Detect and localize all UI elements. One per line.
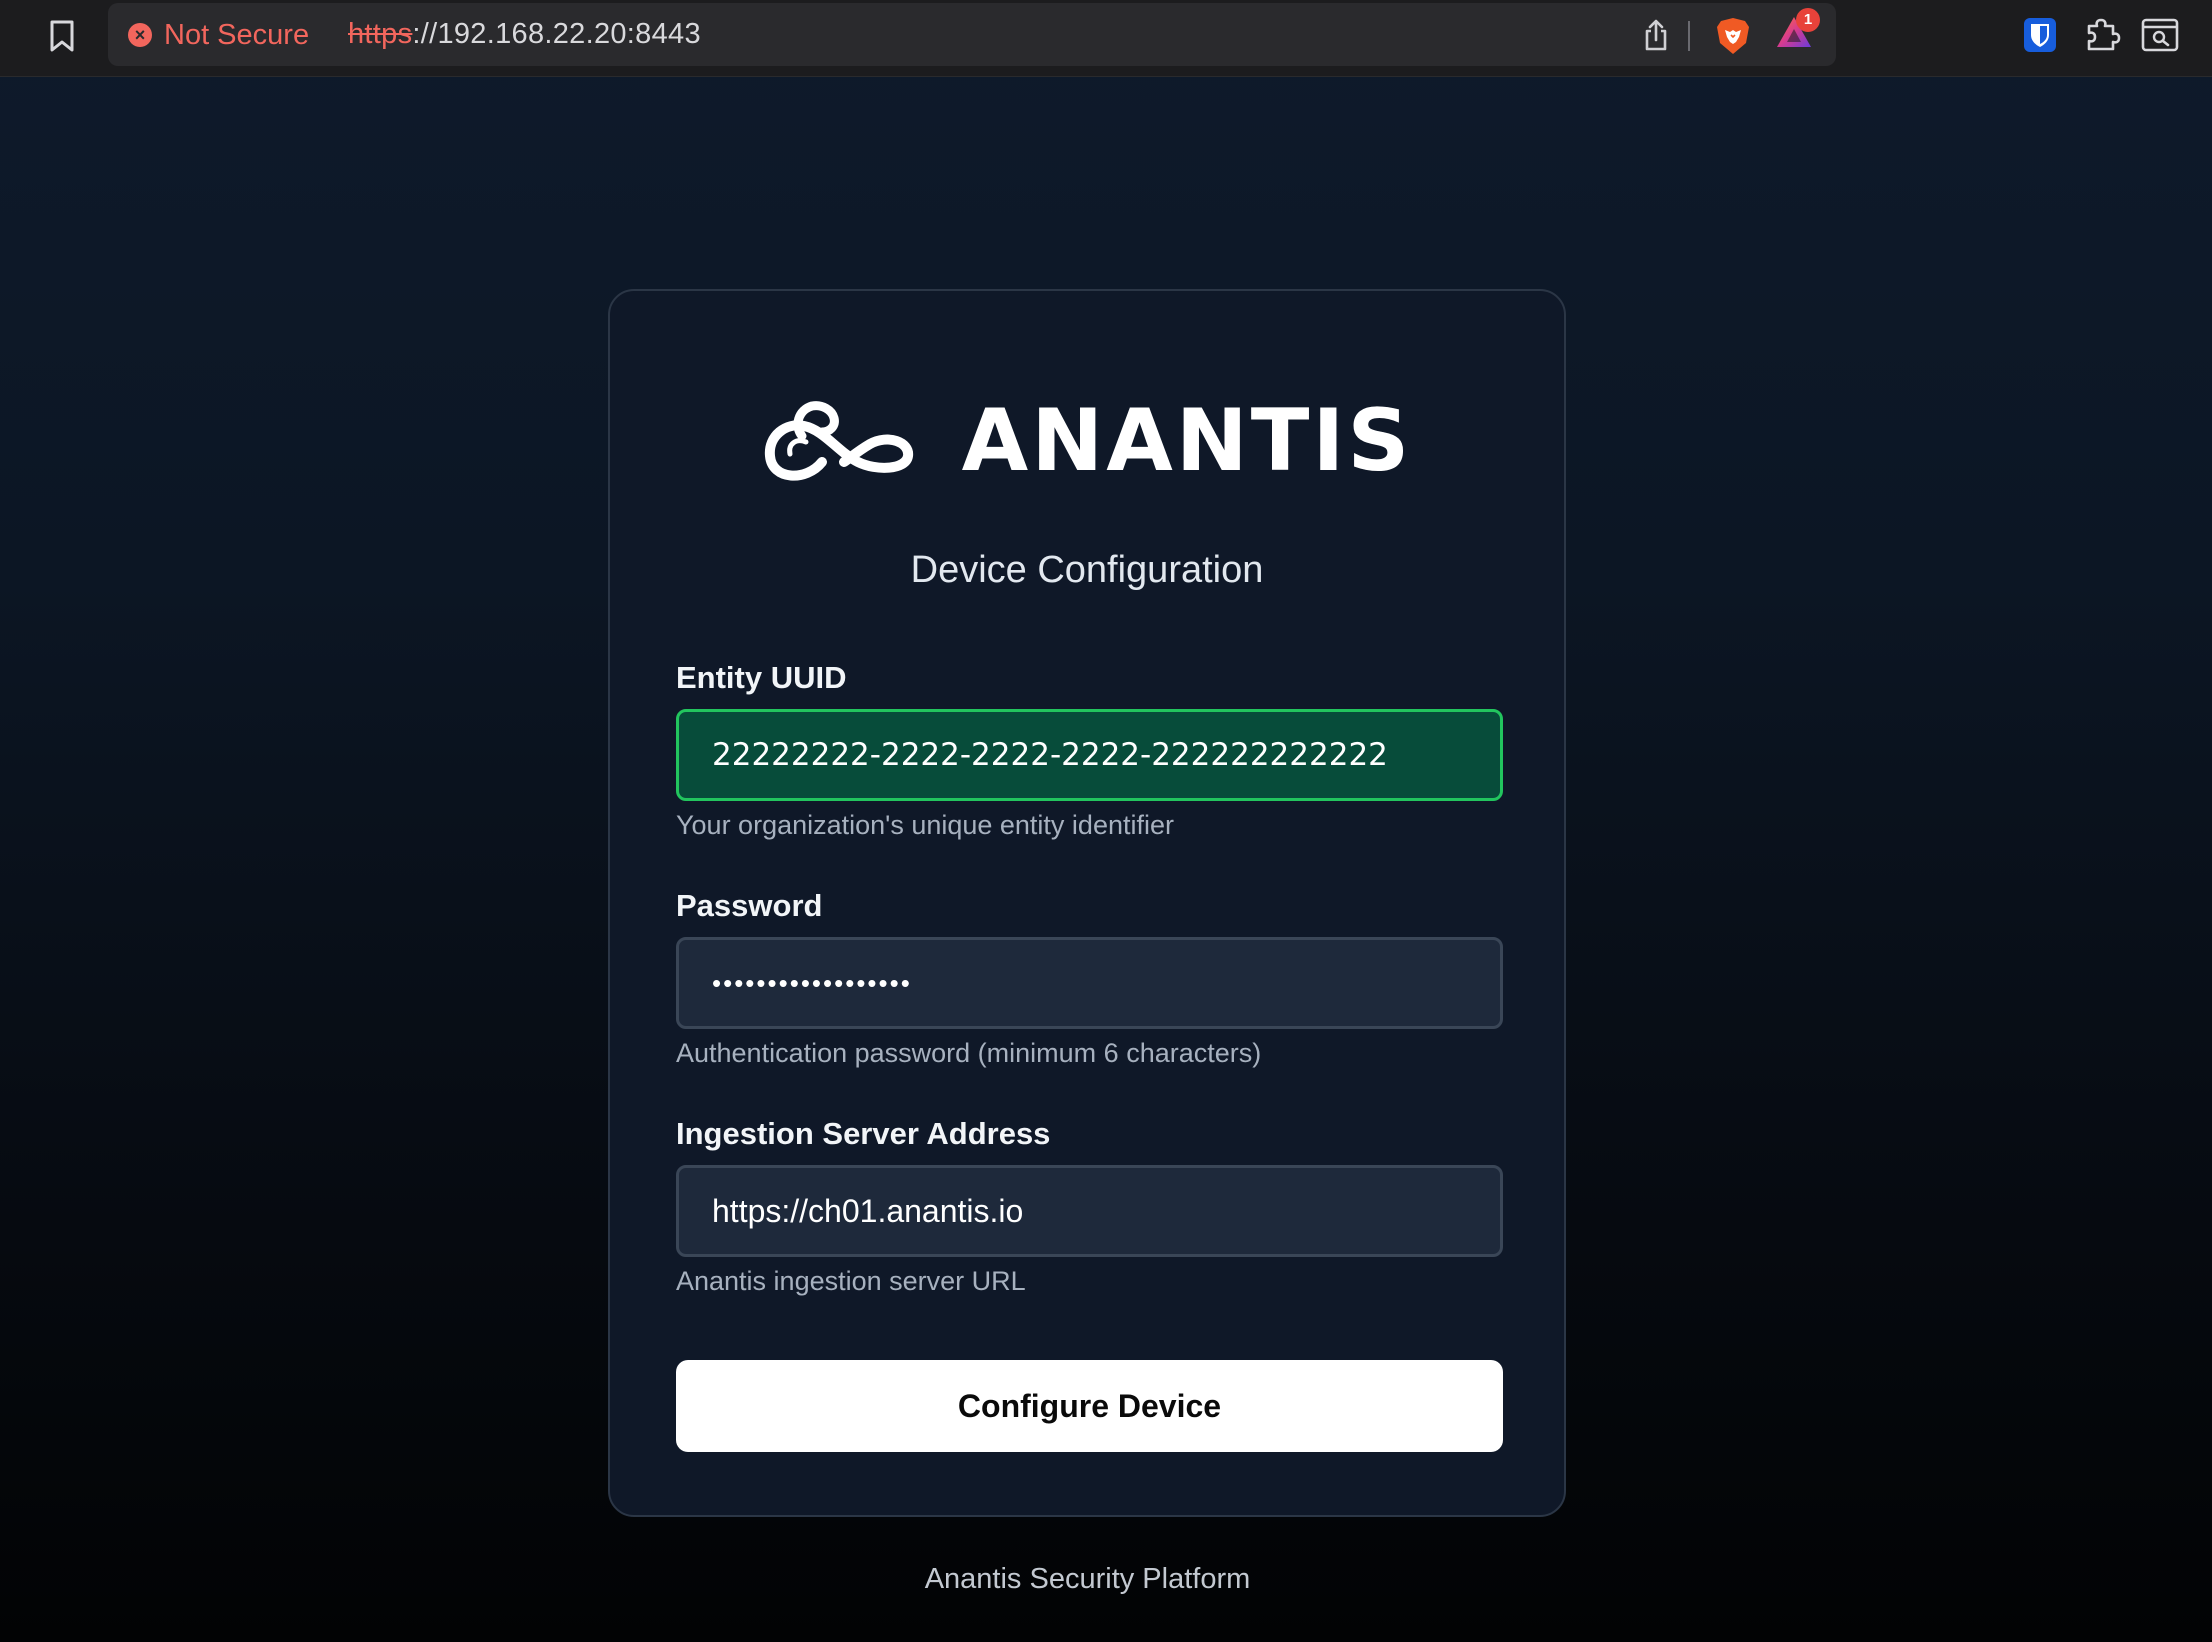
url-host: ://192.168.22.20:8443 [412,18,701,50]
bookmark-icon [50,20,74,52]
entity-uuid-help: Your organization's unique entity identi… [676,810,1174,840]
brave-shields-button[interactable] [1712,15,1754,57]
password-label: Password [676,888,823,923]
bitwarden-shield-icon [2024,18,2056,52]
device-configuration-card: ANANTIS Device Configuration Entity UUID… [608,289,1566,1517]
puzzle-piece-icon [2087,18,2121,51]
reader-mode-icon [2141,18,2179,52]
not-secure-label: Not Secure [164,18,310,51]
footer-text: Anantis Security Platform [924,1563,1251,1595]
ingestion-server-input[interactable] [676,1165,1503,1257]
entity-uuid-label: Entity UUID [676,660,847,695]
entity-uuid-input[interactable] [676,709,1503,801]
brave-shield-icon [1717,18,1749,54]
url-scheme: https [348,18,413,50]
share-button[interactable] [1638,17,1674,53]
share-icon [1645,19,1667,51]
page-title: Device Configuration [910,549,1264,591]
password-input[interactable] [676,937,1503,1029]
security-indicator[interactable]: × Not Secure [128,18,309,52]
serpent-infinity-logo [764,401,913,481]
extensions-button[interactable] [2082,14,2122,54]
toolbar-divider [1688,21,1690,51]
bitwarden-extension-button[interactable] [2022,16,2058,54]
password-help: Authentication password (minimum 6 chara… [676,1038,1262,1068]
ingestion-server-help: Anantis ingestion server URL [676,1266,1026,1296]
brand-logo: ANANTIS [610,391,1564,491]
url-text[interactable]: https://192.168.22.20:8443 [348,18,701,51]
ingestion-server-label: Ingestion Server Address [676,1116,1051,1151]
configure-device-button[interactable]: Configure Device [676,1360,1503,1452]
address-bar[interactable]: × Not Secure https://192.168.22.20:8443 [108,3,1836,66]
reader-mode-button[interactable] [2140,16,2180,54]
browser-toolbar: × Not Secure https://192.168.22.20:8443 [0,0,2212,77]
rewards-badge: 1 [1796,8,1820,32]
brand-name: ANANTIS [961,391,1413,491]
bookmark-button[interactable] [44,16,80,56]
close-circle-icon: × [128,23,152,47]
